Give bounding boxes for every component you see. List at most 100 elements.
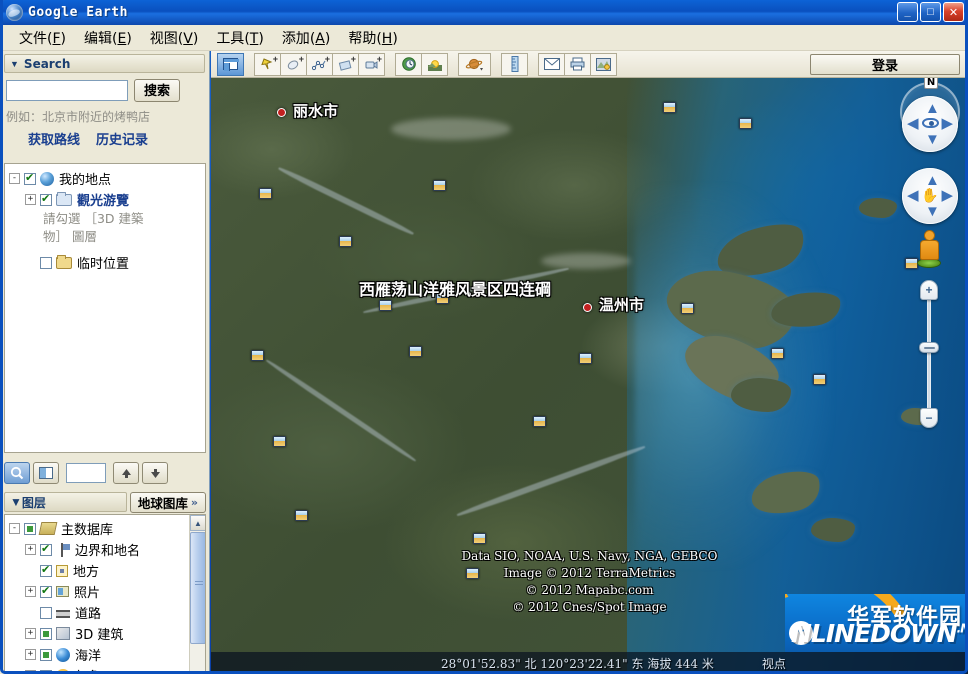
expander-icon[interactable]: + — [25, 194, 36, 205]
look-down-arrow-icon[interactable]: ▼ — [925, 132, 940, 147]
expander-icon[interactable]: + — [25, 586, 36, 597]
photo-marker[interactable] — [295, 510, 308, 521]
expander-icon[interactable]: - — [9, 523, 20, 534]
layers-scrollbar[interactable]: ▲ ▼ — [189, 515, 205, 674]
hand-icon[interactable]: ✋ — [919, 184, 941, 206]
checkbox-my-places[interactable] — [24, 173, 36, 185]
photo-marker[interactable] — [273, 436, 286, 447]
email-button[interactable] — [538, 53, 565, 76]
scrollbar-thumb[interactable] — [190, 532, 206, 644]
move-down-button[interactable] — [142, 462, 168, 484]
expander-icon[interactable]: - — [9, 173, 20, 184]
menu-help[interactable]: 帮助(H) — [339, 26, 406, 50]
look-left-arrow-icon[interactable]: ◀ — [907, 116, 919, 131]
search-icon[interactable] — [4, 462, 30, 484]
historical-imagery-button[interactable] — [395, 53, 422, 76]
record-tour-button[interactable]: + — [358, 53, 385, 76]
expander-icon[interactable]: + — [25, 649, 36, 660]
zoom-slider-track[interactable] — [927, 290, 931, 418]
layer-row-roads[interactable]: 道路 — [5, 602, 205, 623]
photo-marker[interactable] — [579, 353, 592, 364]
places-tree[interactable]: - 我的地点 + 觀光游覽 請勾選 ［3D 建築 物］ 圖層 临时 — [4, 163, 206, 453]
sunlight-button[interactable] — [421, 53, 448, 76]
layer-row-borders-labels[interactable]: + 边界和地名 — [5, 539, 205, 560]
photo-marker[interactable] — [813, 374, 826, 385]
add-placemark-button[interactable]: + — [254, 53, 281, 76]
layer-row-primary-database[interactable]: - 主数据库 — [5, 518, 205, 539]
scroll-up-button[interactable]: ▲ — [190, 515, 206, 531]
move-up-button[interactable] — [113, 462, 139, 484]
checkbox-3d-buildings[interactable] — [40, 628, 52, 640]
minimize-button[interactable]: _ — [897, 2, 918, 22]
checkbox-ocean[interactable] — [40, 649, 52, 661]
expander-icon[interactable]: + — [25, 670, 36, 674]
move-left-arrow-icon[interactable]: ◀ — [907, 188, 919, 203]
add-path-button[interactable]: + — [306, 53, 333, 76]
menu-add[interactable]: 添加(A) — [273, 26, 340, 50]
layers-header-left[interactable]: ▼ 图层 — [4, 492, 127, 512]
zoom-slider[interactable]: + − — [920, 280, 938, 428]
photo-marker[interactable] — [681, 303, 694, 314]
print-button[interactable] — [564, 53, 591, 76]
move-right-arrow-icon[interactable]: ▶ — [941, 188, 953, 203]
menu-edit[interactable]: 编辑(E) — [75, 26, 141, 50]
tree-row-sightseeing[interactable]: + 觀光游覽 — [5, 189, 205, 210]
photo-marker[interactable] — [771, 348, 784, 359]
layer-row-weather[interactable]: + 气象 — [5, 665, 205, 674]
photo-marker[interactable] — [739, 118, 752, 129]
photo-marker[interactable] — [409, 346, 422, 357]
layer-row-ocean[interactable]: + 海洋 — [5, 644, 205, 665]
earth-gallery-button[interactable]: 地球图库 » — [130, 492, 206, 513]
checkbox-roads[interactable] — [40, 607, 52, 619]
menu-file[interactable]: 文件(F) — [10, 26, 75, 50]
city-dot-wenzhou[interactable] — [583, 303, 592, 312]
add-image-overlay-button[interactable]: + — [332, 53, 359, 76]
north-indicator[interactable]: N — [924, 78, 938, 89]
menu-tools[interactable]: 工具(T) — [207, 26, 273, 50]
photo-marker[interactable] — [473, 533, 486, 544]
split-view-icon[interactable] — [33, 462, 59, 484]
expander-icon[interactable]: + — [25, 544, 36, 555]
toggle-sidebar-button[interactable] — [217, 53, 244, 76]
checkbox-borders-labels[interactable] — [40, 544, 52, 556]
move-joystick[interactable]: ▲ ▼ ◀ ▶ ✋ — [902, 168, 958, 224]
tree-row-my-places[interactable]: - 我的地点 — [5, 168, 205, 189]
search-button[interactable]: 搜索 — [134, 79, 180, 102]
zoom-slider-thumb[interactable] — [919, 342, 939, 353]
look-right-arrow-icon[interactable]: ▶ — [941, 116, 953, 131]
map-viewport[interactable]: 丽水市 温州市 西雁荡山洋雅风景区四连碙 Data SIO, NOAA, U.S… — [211, 78, 968, 674]
eye-icon[interactable] — [919, 112, 941, 134]
places-filter-input[interactable] — [66, 463, 106, 483]
move-down-arrow-icon[interactable]: ▼ — [925, 204, 940, 219]
sign-in-button[interactable]: 登录 — [810, 54, 960, 75]
view-in-maps-button[interactable] — [590, 53, 617, 76]
photo-marker[interactable] — [251, 350, 264, 361]
photo-marker[interactable] — [663, 102, 676, 113]
city-dot-lishui[interactable] — [277, 108, 286, 117]
checkbox-temporary-places[interactable] — [40, 257, 52, 269]
history-link[interactable]: 历史记录 — [96, 129, 148, 148]
checkbox-primary-database[interactable] — [24, 523, 36, 535]
search-panel-header[interactable]: ▼ Search — [4, 54, 205, 73]
close-button[interactable]: ✕ — [943, 2, 964, 22]
menu-view[interactable]: 视图(V) — [141, 26, 208, 50]
checkbox-photos[interactable] — [40, 586, 52, 598]
expander-icon[interactable]: + — [25, 628, 36, 639]
layer-row-places[interactable]: 地方 — [5, 560, 205, 581]
photo-marker[interactable] — [339, 236, 352, 247]
layers-tree[interactable]: - 主数据库 + 边界和地名 地方 + 照片 — [4, 514, 206, 674]
photo-marker[interactable] — [259, 188, 272, 199]
layer-row-photos[interactable]: + 照片 — [5, 581, 205, 602]
maximize-button[interactable]: □ — [920, 2, 941, 22]
look-joystick[interactable]: ▲ ▼ ◀ ▶ — [902, 96, 958, 152]
tree-label-sightseeing[interactable]: 觀光游覽 — [77, 190, 129, 209]
zoom-in-button[interactable]: + — [920, 280, 938, 300]
search-input[interactable] — [6, 80, 128, 101]
checkbox-sightseeing[interactable] — [40, 194, 52, 206]
street-view-pegman[interactable] — [915, 230, 943, 268]
ruler-button[interactable] — [501, 53, 528, 76]
tree-row-temporary-places[interactable]: 临时位置 — [5, 252, 205, 273]
switch-planet-button[interactable] — [458, 53, 491, 76]
get-directions-link[interactable]: 获取路线 — [28, 129, 80, 148]
photo-marker[interactable] — [533, 416, 546, 427]
